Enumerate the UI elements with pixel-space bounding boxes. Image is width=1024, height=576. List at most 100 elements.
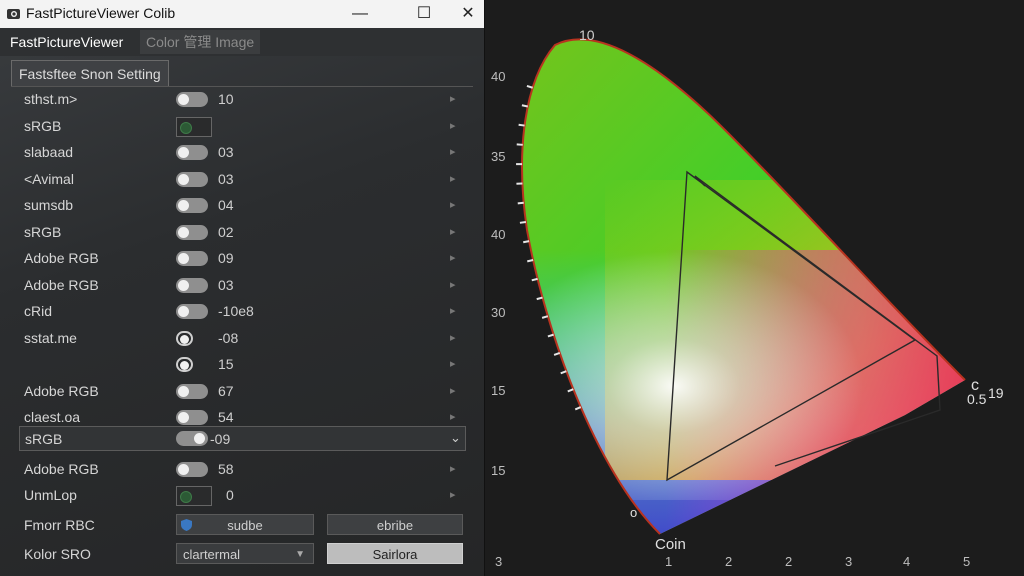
locus-tick	[531, 277, 538, 282]
locus-tick	[526, 84, 533, 89]
x-tick-label: 1	[665, 554, 672, 569]
chevron-right-icon[interactable]: ▸	[450, 384, 456, 397]
chevron-right-icon[interactable]: ▸	[450, 92, 456, 105]
chevron-right-icon[interactable]: ▸	[450, 410, 456, 423]
radio-button[interactable]	[176, 357, 193, 372]
toggle-knob	[178, 173, 189, 185]
settings-row-value: 10	[218, 91, 234, 107]
locus-tick	[517, 201, 524, 205]
chevron-right-icon[interactable]: ▸	[450, 278, 456, 291]
toggle-switch[interactable]	[176, 251, 208, 266]
chevron-right-icon[interactable]: ▸	[450, 145, 456, 158]
toggle-switch[interactable]	[176, 198, 208, 213]
settings-row-label: sRGB	[24, 223, 62, 240]
y-tick-label: 40	[491, 227, 505, 242]
minimize-button[interactable]: —	[338, 0, 382, 28]
settings-row-value: 09	[218, 250, 234, 266]
chevron-right-icon[interactable]: ▸	[450, 119, 456, 132]
window-title: FastPictureViewer Colib	[26, 5, 176, 21]
y-tick-label: 35	[491, 149, 505, 164]
profile-dropdown[interactable]: clartermal ▼	[176, 543, 314, 564]
toggle-knob	[178, 464, 189, 475]
footer-row-1-label: Fmorr RBC	[24, 517, 95, 533]
footer-button-1[interactable]: sudbe	[176, 514, 314, 535]
tab-fastpictureviewer[interactable]: FastPictureViewer	[4, 30, 130, 54]
settings-row-value: 67	[218, 382, 234, 399]
toggle-knob	[178, 385, 189, 397]
chevron-right-icon[interactable]: ▸	[450, 172, 456, 185]
settings-row: sstat.me -08 ▸	[0, 327, 484, 351]
chevron-right-icon[interactable]: ▸	[450, 488, 456, 501]
settings-row: Adobe RGB 03 ▸	[0, 274, 484, 298]
toggle-switch[interactable]	[176, 145, 208, 160]
color-swatch[interactable]	[176, 116, 212, 137]
toggle-knob	[178, 306, 189, 317]
close-button[interactable]: ✕	[446, 0, 484, 28]
footer-row-2-label: Kolor SRO	[24, 546, 91, 562]
toggle-switch[interactable]	[176, 304, 208, 319]
color-fill	[522, 39, 966, 535]
radio-button[interactable]	[176, 330, 193, 346]
x-tick-label: 3	[495, 554, 502, 569]
chevron-right-icon[interactable]: ▸	[450, 251, 456, 264]
settings-row-label: Adobe RGB	[24, 382, 99, 399]
chevron-right-icon[interactable]: ▸	[450, 304, 456, 317]
toggle-knob	[178, 200, 189, 211]
toggle-knob	[178, 279, 189, 291]
section-tab-settings[interactable]: Fastsftee Snon Setting	[11, 60, 169, 87]
y-axis-ticks: 40 35 40 30 15 15	[491, 69, 505, 478]
toggle-switch[interactable]	[176, 277, 208, 293]
settings-row: sRGB 02 ▸	[0, 221, 484, 245]
settings-row-value: 54	[218, 409, 234, 425]
maximize-button[interactable]: ☐	[402, 0, 446, 28]
srgb-select[interactable]: sRGB -09 ⌄	[19, 426, 466, 451]
bottom-label: Coin	[655, 536, 686, 553]
settings-row: slabaad 03 ▸	[0, 141, 484, 165]
footer-button-1-label: sudbe	[227, 518, 263, 533]
chevron-right-icon[interactable]: ▸	[450, 462, 456, 475]
apply-button[interactable]: Sairlora	[327, 543, 463, 564]
toggle-switch[interactable]	[176, 224, 208, 240]
settings-row: sthst.m> 10 ▸	[0, 88, 484, 112]
chevron-right-icon[interactable]: ▸	[450, 198, 456, 211]
locus-tick	[536, 296, 543, 301]
chevron-down-icon[interactable]: ⌄	[450, 430, 461, 446]
color-swatch[interactable]	[176, 486, 212, 506]
locus-tick	[547, 333, 554, 338]
toggle-switch[interactable]	[176, 462, 208, 477]
toggle-knob	[180, 334, 189, 344]
settings-row-label: cRid	[24, 303, 53, 319]
settings-row: <Avimal 03 ▸	[0, 168, 484, 192]
settings-row: Adobe RGB 58 ▸	[0, 458, 484, 482]
toggle-knob	[178, 226, 189, 238]
settings-row-value: 03	[218, 144, 234, 160]
locus-tick	[560, 370, 567, 375]
locus-tick	[523, 240, 530, 244]
settings-row: sumsdb 04 ▸	[0, 194, 484, 218]
settings-row-label: sumsdb	[24, 197, 74, 213]
footer-button-2[interactable]: ebribe	[327, 514, 463, 535]
swatch-dot-icon	[180, 491, 192, 503]
tab-color-management[interactable]: Color 管理 Image	[140, 30, 261, 54]
chevron-right-icon[interactable]: ▸	[450, 331, 456, 344]
chevron-right-icon[interactable]: ▸	[450, 225, 456, 238]
x-axis-ticks: 3 1 2 2 3 4 5	[495, 554, 970, 569]
settings-row-value: 02	[218, 223, 234, 240]
top-label: 10	[579, 27, 595, 43]
x-tick-label: 2	[725, 554, 732, 569]
toggle-switch[interactable]	[176, 171, 208, 187]
toggle-switch[interactable]	[176, 383, 208, 399]
toggle-knob	[178, 94, 189, 105]
chevron-right-icon[interactable]: ▸	[450, 357, 456, 370]
toggle-switch[interactable]	[176, 410, 208, 425]
settings-row-label: slabaad	[24, 144, 74, 160]
srgb-select-toggle[interactable]	[176, 431, 208, 446]
toggle-knob	[180, 361, 189, 370]
settings-row-label: Adobe RGB	[24, 461, 99, 477]
settings-row: cRid -10e8 ▸	[0, 300, 484, 324]
settings-row: sRGB ▸	[0, 115, 484, 139]
locus-tick	[519, 221, 527, 224]
settings-row-label: sstat.me	[24, 329, 77, 346]
footer-row-1: Fmorr RBC sudbe ebribe	[0, 514, 484, 538]
toggle-switch[interactable]	[176, 92, 208, 107]
